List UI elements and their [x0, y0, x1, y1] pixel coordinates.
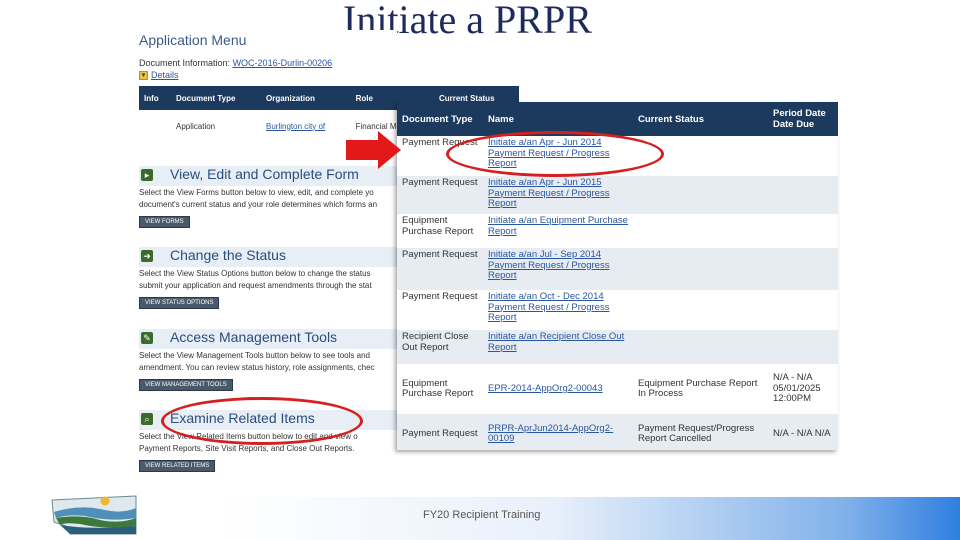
section-title: Access Management Tools	[170, 329, 338, 345]
col-header-document-type: Document Type	[170, 86, 261, 110]
table-row: Recipient Close Out Report Initiate a/an…	[397, 330, 838, 364]
application-menu-title: Application Menu	[139, 32, 247, 48]
section-description: Select the View Status Options button be…	[139, 269, 371, 278]
cell-due: N/A - N/A N/A	[768, 414, 838, 450]
table-row: Equipment Purchase Report EPR-2014-AppOr…	[397, 364, 838, 414]
highlight-oval-initiate-link	[446, 131, 664, 177]
epr-document-link[interactable]: EPR-2014-AppOrg2-00043	[488, 383, 603, 394]
table-row: Payment Request Initiate a/an Oct - Dec …	[397, 290, 838, 330]
cell-document-type: Application	[175, 121, 216, 131]
cell-document-type: Equipment Purchase Report	[402, 377, 474, 399]
organization-link[interactable]: Burlington city of	[266, 122, 325, 131]
table-row: Payment Request Initiate a/an Apr - Jun …	[397, 176, 838, 214]
section-description: amendment. You can review status history…	[139, 363, 375, 372]
section-description: Payment Reports, Site Visit Reports, and…	[139, 444, 355, 453]
document-information: Document Information: WOC-2016-Durlin-00…	[139, 58, 332, 68]
doc-info-link[interactable]: WOC-2016-Durlin-00206	[233, 58, 333, 68]
initiate-apr-jun-2015-link[interactable]: Initiate a/an Apr - Jun 2015 Payment Req…	[488, 177, 609, 209]
col-header-organization: Organization	[261, 86, 351, 110]
cell-status: Equipment Purchase Report In Process	[638, 377, 758, 399]
expand-toggle-icon[interactable]: ▾	[139, 71, 148, 81]
footer-text: FY20 Recipient Training	[423, 509, 541, 521]
initiate-jul-sep-2014-link[interactable]: Initiate a/an Jul - Sep 2014 Payment Req…	[488, 249, 609, 281]
cell-due	[768, 248, 838, 290]
col-header-document-type: Document Type	[397, 102, 483, 136]
cell-document-type: Recipient Close Out Report	[397, 330, 483, 364]
col-header-current-status: Current Status	[633, 102, 768, 136]
section-title: View, Edit and Complete Form	[170, 166, 359, 182]
cell-document-type: Payment Request	[402, 291, 478, 302]
view-status-options-button[interactable]: VIEW STATUS OPTIONS	[139, 297, 220, 309]
cell-status: Payment Request/Progress Report Cancelle…	[633, 414, 768, 450]
cell-due	[768, 136, 838, 176]
highlight-oval-related-items	[161, 397, 363, 445]
cell-status	[633, 214, 768, 248]
initiate-equipment-purchase-link[interactable]: Initiate a/an Equipment Purchase Report	[488, 215, 628, 237]
cell-due	[768, 176, 838, 214]
details-toggle[interactable]: ▾ Details	[139, 70, 179, 81]
cell-document-type: Equipment Purchase Report	[402, 215, 474, 237]
col-header-period-date-due: Period Date Date Due	[768, 102, 838, 136]
view-management-tools-button[interactable]: VIEW MANAGEMENT TOOLS	[139, 379, 233, 391]
section-arrow-icon: ➜	[141, 250, 153, 262]
cell-due	[768, 290, 838, 330]
wrench-icon: ✎	[141, 332, 153, 344]
prpr-document-link[interactable]: PRPR-AprJun2014-AppOrg2-00109	[488, 423, 613, 445]
section-description: Select the View Management Tools button …	[139, 351, 370, 360]
magnifier-icon: ⌕	[141, 413, 153, 425]
cell-due: N/A - N/A 05/01/2025 12:00PM	[773, 372, 821, 405]
details-label[interactable]: Details	[151, 70, 179, 80]
cell-document-type: Payment Request	[397, 176, 483, 214]
cell-due	[768, 330, 838, 364]
cell-info	[139, 110, 171, 142]
section-description: Select the View Forms button below to vi…	[139, 188, 374, 197]
initiate-close-out-report-link[interactable]: Initiate a/an Recipient Close Out Report	[488, 331, 624, 353]
cell-status	[633, 330, 768, 364]
doc-info-label: Document Information:	[139, 58, 231, 68]
red-arrow-icon	[346, 131, 401, 169]
section-title: Change the Status	[170, 247, 286, 263]
section-arrow-icon: ▸	[141, 169, 153, 181]
table-row: Equipment Purchase Report Initiate a/an …	[397, 214, 838, 248]
initiate-oct-dec-2014-link[interactable]: Initiate a/an Oct - Dec 2014 Payment Req…	[488, 291, 609, 323]
section-description: document's current status and your role …	[139, 200, 378, 209]
cell-status	[633, 176, 768, 214]
view-related-items-button[interactable]: VIEW RELATED ITEMS	[139, 460, 216, 472]
col-header-info: Info	[139, 86, 171, 110]
table-row: Payment Request Initiate a/an Jul - Sep …	[397, 248, 838, 290]
section-description: submit your application and request amen…	[139, 281, 372, 290]
cell-status	[633, 290, 768, 330]
cell-document-type: Payment Request	[397, 414, 483, 450]
cell-due	[768, 214, 838, 248]
cell-status	[633, 248, 768, 290]
washington-state-logo	[51, 495, 137, 535]
footer-gradient-bar	[220, 497, 960, 540]
cell-document-type: Payment Request	[397, 248, 483, 290]
view-forms-button[interactable]: VIEW FORMS	[139, 216, 190, 228]
table-row: Payment Request PRPR-AprJun2014-AppOrg2-…	[397, 414, 838, 450]
